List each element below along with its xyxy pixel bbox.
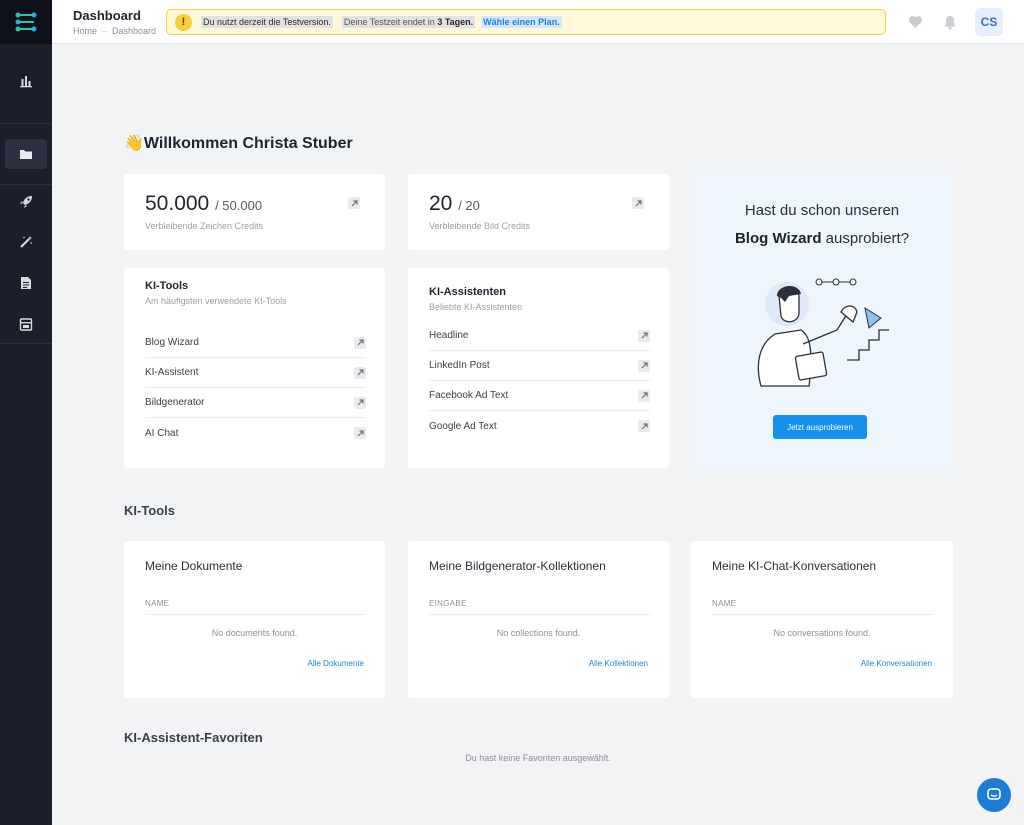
list-item[interactable]: AI Chat [145,418,366,448]
text-credits-value: 50.000 / 50.000 [145,192,263,215]
collections-card: Meine Bildgenerator-Kollektionen EINGABE… [408,541,669,698]
ki-tools-card: KI-Tools Am häufigsten verwendete KI-Too… [124,268,385,468]
notifications-button[interactable] [941,13,959,31]
all-conversations-link[interactable]: Alle Konversationen [861,659,932,668]
open-arrow-icon[interactable] [632,197,644,209]
warning-icon: ! [175,13,192,31]
promo-line-1: Hast du schon unseren [744,202,900,219]
sidebar-divider [0,184,52,185]
nodes-logo-icon [15,12,37,32]
promo-line-2: Blog Wizard ausprobiert? [734,230,910,247]
open-arrow-icon [354,366,366,379]
page-title: Dashboard [73,8,141,23]
welcome-text: Willkommen Christa Stuber [143,135,353,152]
breadcrumb-home[interactable]: Home [73,26,97,36]
try-now-button[interactable]: Jetzt ausprobieren [773,415,867,439]
favorites-button[interactable] [906,13,924,31]
welcome-heading: 👋Willkommen Christa Stuber [124,133,353,153]
ki-tools-card-title: KI-Tools [145,280,189,292]
collections-empty-state: No collections found. [496,628,581,638]
list-item[interactable]: LinkedIn Post [429,351,650,381]
choose-plan-link[interactable]: Wähle einen Plan. [481,16,562,28]
text-credits-card[interactable]: 50.000 / 50.000 Verbleibende Zeichen Cre… [124,174,385,250]
list-item[interactable]: Facebook Ad Text [429,381,650,411]
ki-assistants-card-title: KI-Assistenten [429,286,507,298]
open-arrow-icon [638,329,650,342]
open-arrow-icon [354,396,366,409]
bell-icon [944,15,956,29]
sidebar [0,0,52,825]
conversations-card-title: Meine KI-Chat-Konversationen [712,559,877,573]
breadcrumb-separator: – [102,26,108,36]
archive-icon [19,317,33,331]
section-title-ki-tools: KI-Tools [124,503,176,518]
all-documents-link[interactable]: Alle Dokumente [308,659,364,668]
open-arrow-icon[interactable] [348,197,360,209]
image-credits-label: Verbleibende Bild Credits [429,221,531,231]
list-item[interactable]: Blog Wizard [145,328,366,358]
section-title-favorites: KI-Assistent-Favoriten [124,730,263,745]
list-item[interactable]: Google Ad Text [429,411,650,441]
list-item[interactable]: KI-Assistent [145,358,366,388]
column-header-input: EINGABE [429,599,650,615]
trial-message: Du nutzt derzeit die Testversion. [201,16,333,28]
blog-wizard-promo: Hast du schon unseren Blog Wizard auspro… [691,174,953,468]
conversations-card: Meine KI-Chat-Konversationen NAME No con… [691,541,953,698]
heart-icon [908,16,922,28]
column-header-name: NAME [145,599,366,615]
nav-documents[interactable] [5,139,47,169]
trial-remaining: Deine Testzeit endet in 3 Tagen. [341,16,476,28]
breadcrumb-current: Dashboard [112,26,157,36]
user-avatar[interactable]: CS [975,8,1003,36]
open-arrow-icon [354,336,366,349]
documents-card: Meine Dokumente NAME No documents found.… [124,541,385,698]
open-arrow-icon [354,427,366,439]
sidebar-divider [0,123,52,124]
all-collections-link[interactable]: Alle Kollektionen [589,659,648,668]
open-arrow-icon [638,359,650,372]
ki-assistants-card-subtitle: Beliebte KI-Assistenten [429,302,523,312]
person-illustration-icon [757,278,889,387]
open-arrow-icon [638,420,650,432]
ki-tools-card-subtitle: Am häufigsten verwendete KI-Tools [145,296,287,306]
folder-icon [20,150,32,159]
sidebar-divider [0,343,52,344]
bar-chart-icon [20,76,32,88]
ki-tools-list: Blog Wizard KI-Assistent Bildgenerator A… [145,328,366,448]
text-credits-label: Verbleibende Zeichen Credits [145,221,264,231]
ki-assistants-card: KI-Assistenten Beliebte KI-Assistenten H… [408,268,669,468]
documents-card-title: Meine Dokumente [145,559,243,573]
magic-wand-icon [20,236,32,248]
conversations-empty-state: No conversations found. [773,628,871,638]
image-credits-value: 20 / 20 [429,192,480,215]
top-header: Dashboard Home – Dashboard ! Du nutzt de… [52,0,1024,44]
chat-launcher-button[interactable] [977,778,1011,812]
ki-assistants-list: Headline LinkedIn Post Facebook Ad Text … [429,321,650,441]
nav-archive[interactable] [5,309,47,339]
nav-statistics[interactable] [5,66,47,96]
open-arrow-icon [638,389,650,402]
favorites-empty-state: Du hast keine Favoriten ausgewählt. [465,753,611,763]
logo[interactable] [0,0,52,44]
nav-blog-wizard[interactable] [5,187,47,217]
document-icon [21,277,31,289]
trial-banner: ! Du nutzt derzeit die Testversion. Dein… [166,9,886,35]
list-item[interactable]: Headline [429,321,650,351]
waving-hand-icon: 👋 [124,135,144,152]
column-header-name: NAME [712,599,933,615]
collections-card-title: Meine Bildgenerator-Kollektionen [429,559,606,573]
nav-ki-assistant[interactable] [5,227,47,257]
nav-texts[interactable] [5,268,47,298]
image-credits-card[interactable]: 20 / 20 Verbleibende Bild Credits [408,174,669,250]
documents-empty-state: No documents found. [211,628,298,638]
chat-bubble-icon [987,788,1001,800]
list-item[interactable]: Bildgenerator [145,388,366,418]
rocket-icon [20,196,32,208]
breadcrumb: Home – Dashboard [73,26,156,36]
